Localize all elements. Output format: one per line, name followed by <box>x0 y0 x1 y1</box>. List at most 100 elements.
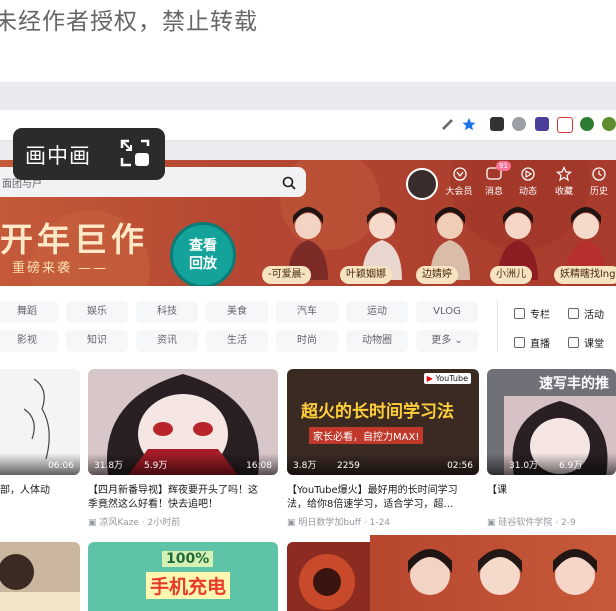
video-title[interactable]: 【YouTube爆火】最好用的长时间学习 <box>287 484 479 498</box>
character-tag[interactable]: 小洲儿 <box>490 266 532 284</box>
category-chip[interactable]: 影视 <box>0 330 58 352</box>
banner-headline: 开年巨作 <box>0 220 148 259</box>
floating-mini-player[interactable] <box>370 535 616 611</box>
thumb-overlay-text: 速写丰的推 <box>539 376 609 392</box>
extension-icon[interactable] <box>490 117 504 131</box>
video-duration: 16:08 <box>246 461 272 471</box>
charge-percent: 100% <box>162 551 214 567</box>
nav-label-dynamic[interactable]: 动态 <box>513 184 543 197</box>
live-icon <box>514 337 525 348</box>
character-tag[interactable]: 妖精瞎找lng <box>554 266 616 284</box>
view-count: 3.8万 <box>293 461 317 471</box>
category-chip[interactable]: 生活 <box>206 330 268 352</box>
video-meta: ▣ 明日数学加buff · 1-24 <box>287 518 391 528</box>
watermark-text: 未经作者授权，禁止转载 <box>0 9 258 35</box>
nav-label-favorite[interactable]: 收藏 <box>549 184 579 197</box>
publish-time: 2小时前 <box>147 518 181 528</box>
dynamic-icon[interactable] <box>519 166 537 182</box>
edit-icon[interactable] <box>441 118 453 130</box>
youtube-badge: ▶ YouTube <box>423 373 471 384</box>
character-tag[interactable]: 边婧婷 <box>416 266 458 284</box>
watch-replay-button[interactable]: 查看 回放 <box>170 222 236 288</box>
category-chip[interactable]: 时尚 <box>276 330 338 352</box>
banner-subline: 重磅来袭 —— <box>12 261 109 276</box>
star-bookmark-icon[interactable] <box>462 117 476 131</box>
category-chip[interactable]: 舞蹈 <box>0 301 58 323</box>
side-link-label: 活动 <box>584 310 604 321</box>
video-meta: ▣ 硅谷软件学院 · 2-9 <box>487 518 576 528</box>
side-link-activity[interactable]: 活动 <box>568 306 604 321</box>
like-count: 2259 <box>337 461 360 471</box>
character-tag[interactable]: -可爱晨- <box>262 266 312 284</box>
view-count: 31.0万 <box>509 461 539 471</box>
author-name[interactable]: 凉风Kaze <box>99 518 139 528</box>
like-count: 6.9万 <box>559 461 583 471</box>
more-categories-button[interactable]: 更多 ⌄ <box>416 330 478 352</box>
vip-icon[interactable] <box>451 166 469 182</box>
video-duration: 02:56 <box>447 461 473 471</box>
divider <box>497 300 498 352</box>
up-icon: ▣ <box>88 518 100 528</box>
extension-icon[interactable] <box>557 117 573 133</box>
up-icon: ▣ <box>287 518 299 528</box>
nav-label-vip[interactable]: 大会员 <box>444 184 474 197</box>
category-chip[interactable]: 美食 <box>206 301 268 323</box>
avatar[interactable] <box>406 168 438 200</box>
video-duration: 06:06 <box>48 461 74 471</box>
author-name[interactable]: 明日数学加buff <box>298 518 361 528</box>
thumb-headline: 超火的长时间学习法 <box>301 402 454 422</box>
video-thumbnail[interactable]: 06:06 <box>0 369 80 475</box>
more-label: 更多 <box>431 335 452 346</box>
classroom-icon <box>568 337 579 348</box>
view-count: 31.8万 <box>94 461 124 471</box>
video-thumbnail[interactable]: 100% 手机充电 <box>88 542 278 611</box>
cta-line2: 回放 <box>189 256 217 272</box>
pip-icon <box>120 139 150 167</box>
video-thumbnail[interactable]: ▶ YouTube 超火的长时间学习法 家长必看，自控力MAX! 3.8万 22… <box>287 369 479 475</box>
video-thumbnail[interactable] <box>287 542 377 611</box>
author-name[interactable]: 硅谷软件学院 <box>498 518 552 528</box>
publish-time: 2-9 <box>560 518 576 528</box>
message-badge: 91 <box>496 161 511 171</box>
category-chip[interactable]: 汽车 <box>276 301 338 323</box>
extension-icon[interactable] <box>580 117 594 131</box>
video-meta: ▣ 凉风Kaze · 2小时前 <box>88 518 181 528</box>
nav-label-message[interactable]: 消息 <box>479 184 509 197</box>
category-chip[interactable]: 知识 <box>66 330 128 352</box>
video-title-line2[interactable]: 季竟然这么好看！快去追吧！ <box>88 498 278 512</box>
video-thumbnail[interactable]: 速写丰的推 31.0万 6.9万 <box>487 369 616 475</box>
category-chip[interactable]: 娱乐 <box>66 301 128 323</box>
video-title-line2[interactable]: 法，给你8倍速学习，适合学习，超… <box>287 498 479 512</box>
category-chip[interactable]: 运动 <box>346 301 408 323</box>
extension-icon[interactable] <box>535 117 549 131</box>
video-thumbnail[interactable] <box>0 542 80 611</box>
side-link-label: 直播 <box>530 339 550 350</box>
favorite-icon[interactable] <box>555 166 573 182</box>
search-icon[interactable] <box>282 176 296 190</box>
category-chip[interactable]: 资讯 <box>136 330 198 352</box>
video-thumbnail[interactable]: 31.8万 5.9万 16:08 <box>88 369 278 475</box>
side-link-classroom[interactable]: 课堂 <box>568 335 604 350</box>
side-link-column[interactable]: 专栏 <box>514 306 550 321</box>
video-title[interactable]: 部，人体动 <box>0 484 80 498</box>
up-icon: ▣ <box>487 518 499 528</box>
character-tag[interactable]: 叶颖姻娜 <box>340 266 392 284</box>
history-icon[interactable] <box>590 166 608 182</box>
extension-icon[interactable] <box>602 117 616 131</box>
thumb-subline: 家长必看，自控力MAX! <box>309 427 424 444</box>
picture-in-picture-button[interactable]: 画中画 <box>13 128 165 180</box>
video-title[interactable]: 【课 <box>487 484 527 498</box>
extension-icon[interactable] <box>512 117 526 131</box>
video-title[interactable]: 【四月新番导视】辉夜要开头了吗！这 <box>88 484 278 498</box>
cta-line1: 查看 <box>189 238 217 254</box>
side-link-live[interactable]: 直播 <box>514 335 550 350</box>
side-link-label: 专栏 <box>530 310 550 321</box>
like-count: 5.9万 <box>144 461 168 471</box>
charge-label: 手机充电 <box>146 572 231 599</box>
side-link-label: 课堂 <box>584 339 604 350</box>
publish-time: 1-24 <box>369 518 391 528</box>
category-chip[interactable]: 动物圈 <box>346 330 408 352</box>
category-chip[interactable]: 科技 <box>136 301 198 323</box>
category-chip[interactable]: VLOG <box>416 301 478 323</box>
nav-label-history[interactable]: 历史 <box>584 184 614 197</box>
